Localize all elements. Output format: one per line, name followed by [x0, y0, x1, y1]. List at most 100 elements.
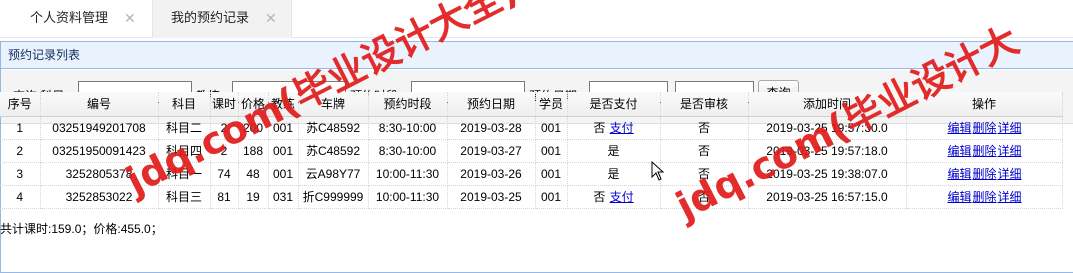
col-header-plate[interactable]: 车牌 [298, 92, 369, 117]
delete-link[interactable]: 删除 [972, 121, 996, 135]
detail-link[interactable]: 详细 [998, 190, 1022, 204]
cell-paid: 是 [567, 139, 661, 163]
tab-profile-management[interactable]: 个人资料管理 ✕ [0, 0, 152, 38]
cell-actions: 编辑删除详细 [906, 162, 1063, 186]
cell-price: 19 [238, 185, 269, 209]
cell-reviewed: 否 [660, 116, 749, 140]
cell-plate: 云A98Y77 [298, 162, 369, 186]
col-header-date[interactable]: 预约日期 [447, 92, 536, 117]
close-icon[interactable]: ✕ [265, 0, 277, 36]
cell-id: 03251949201708 [40, 116, 159, 140]
cell-plate: 苏C48592 [298, 139, 369, 163]
detail-link[interactable]: 详细 [998, 167, 1022, 181]
cell-added: 2019-03-25 19:38:07.0 [748, 162, 907, 186]
edit-link[interactable]: 编辑 [947, 121, 971, 135]
cell-date: 2019-03-26 [447, 162, 536, 186]
cell-date: 2019-03-28 [447, 116, 536, 140]
totals-summary: 共计课时:159.0；价格:455.0； [0, 222, 163, 236]
cell-student: 001 [535, 162, 568, 186]
table-row[interactable]: 2 03251950091423 科目四 2 188 001 苏C48592 8… [0, 139, 1063, 163]
paid-status: 否 [593, 190, 606, 204]
col-header-subject[interactable]: 科目 [158, 92, 211, 117]
cell-actions: 编辑删除详细 [906, 185, 1063, 209]
tab-label: 个人资料管理 [30, 10, 109, 25]
cell-coach: 001 [268, 162, 299, 186]
cell-subject: 科目二 [158, 116, 211, 140]
col-header-id[interactable]: 编号 [40, 92, 159, 117]
col-header-coach[interactable]: 教练 [268, 92, 299, 117]
cell-actions: 编辑删除详细 [906, 116, 1063, 140]
edit-link[interactable]: 编辑 [947, 144, 971, 158]
edit-link[interactable]: 编辑 [947, 167, 971, 181]
cell-added: 2019-03-25 19:57:18.0 [748, 139, 907, 163]
tab-my-reservations[interactable]: 我的预约记录 ✕ [152, 0, 292, 38]
pay-link[interactable]: 支付 [610, 121, 634, 135]
delete-link[interactable]: 删除 [972, 167, 996, 181]
cell-period: 10:00-11:30 [368, 185, 448, 209]
paid-status: 否 [593, 121, 606, 135]
cell-reviewed: 否 [660, 162, 749, 186]
cell-paid: 否 支付 [567, 185, 661, 209]
col-header-period[interactable]: 预约时段 [368, 92, 448, 117]
cell-id: 03251950091423 [40, 139, 159, 163]
cell-hours: 81 [210, 185, 239, 209]
table-row[interactable]: 4 3252853022 科目三 81 19 031 折C999999 10:0… [0, 185, 1063, 209]
cell-coach: 001 [268, 116, 299, 140]
cell-date: 2019-03-27 [447, 139, 536, 163]
tab-bar: 个人资料管理 ✕ 我的预约记录 ✕ [0, 0, 1073, 38]
cell-added: 2019-03-25 16:57:15.0 [748, 185, 907, 209]
cell-price: 200 [238, 116, 269, 140]
cell-hours: 74 [210, 162, 239, 186]
detail-link[interactable]: 详细 [998, 121, 1022, 135]
cell-hours: 2 [210, 139, 239, 163]
reservation-table: 序号 编号 科目 课时 价格 教练 车牌 预约时段 预约日期 学员 是否支付 是… [0, 92, 1073, 209]
cell-date: 2019-03-25 [447, 185, 536, 209]
delete-link[interactable]: 删除 [972, 190, 996, 204]
cell-index: 4 [0, 185, 41, 209]
cell-price: 48 [238, 162, 269, 186]
close-icon[interactable]: ✕ [124, 0, 136, 36]
cell-plate: 折C999999 [298, 185, 369, 209]
col-header-index[interactable]: 序号 [0, 92, 41, 117]
cell-plate: 苏C48592 [298, 116, 369, 140]
cell-period: 8:30-10:00 [368, 139, 448, 163]
cell-index: 3 [0, 162, 41, 186]
col-header-student[interactable]: 学员 [535, 92, 568, 117]
cell-student: 001 [535, 185, 568, 209]
cell-reviewed: 否 [660, 139, 749, 163]
cell-index: 2 [0, 139, 41, 163]
cell-id: 3252853022 [40, 185, 159, 209]
detail-link[interactable]: 详细 [998, 144, 1022, 158]
cell-coach: 001 [268, 139, 299, 163]
cell-paid: 是 [567, 162, 661, 186]
cell-id: 3252805378 [40, 162, 159, 186]
cell-paid: 否 支付 [567, 116, 661, 140]
cell-period: 8:30-10:00 [368, 116, 448, 140]
table-header-row: 序号 编号 科目 课时 价格 教练 车牌 预约时段 预约日期 学员 是否支付 是… [0, 92, 1063, 117]
cell-subject: 科目四 [158, 139, 211, 163]
cell-index: 1 [0, 116, 41, 140]
edit-link[interactable]: 编辑 [947, 190, 971, 204]
cell-subject: 科目一 [158, 162, 211, 186]
pay-link[interactable]: 支付 [610, 190, 634, 204]
table-row[interactable]: 1 03251949201708 科目二 2 200 001 苏C48592 8… [0, 116, 1063, 140]
col-header-price[interactable]: 价格 [238, 92, 269, 117]
cell-actions: 编辑删除详细 [906, 139, 1063, 163]
cell-subject: 科目三 [158, 185, 211, 209]
col-header-hours[interactable]: 课时 [210, 92, 239, 117]
tab-label: 我的预约记录 [171, 10, 250, 25]
table-row[interactable]: 3 3252805378 科目一 74 48 001 云A98Y77 10:00… [0, 162, 1063, 186]
cell-coach: 031 [268, 185, 299, 209]
col-header-added[interactable]: 添加时间 [748, 92, 907, 117]
col-header-actions: 操作 [906, 92, 1063, 117]
cell-period: 10:00-11:30 [368, 162, 448, 186]
col-header-paid[interactable]: 是否支付 [567, 92, 661, 117]
cell-student: 001 [535, 116, 568, 140]
cell-hours: 2 [210, 116, 239, 140]
panel-title: 预约记录列表 [1, 42, 1073, 69]
delete-link[interactable]: 删除 [972, 144, 996, 158]
col-header-reviewed[interactable]: 是否审核 [660, 92, 749, 117]
cell-price: 188 [238, 139, 269, 163]
cell-reviewed: 否 [660, 185, 749, 209]
cell-student: 001 [535, 139, 568, 163]
